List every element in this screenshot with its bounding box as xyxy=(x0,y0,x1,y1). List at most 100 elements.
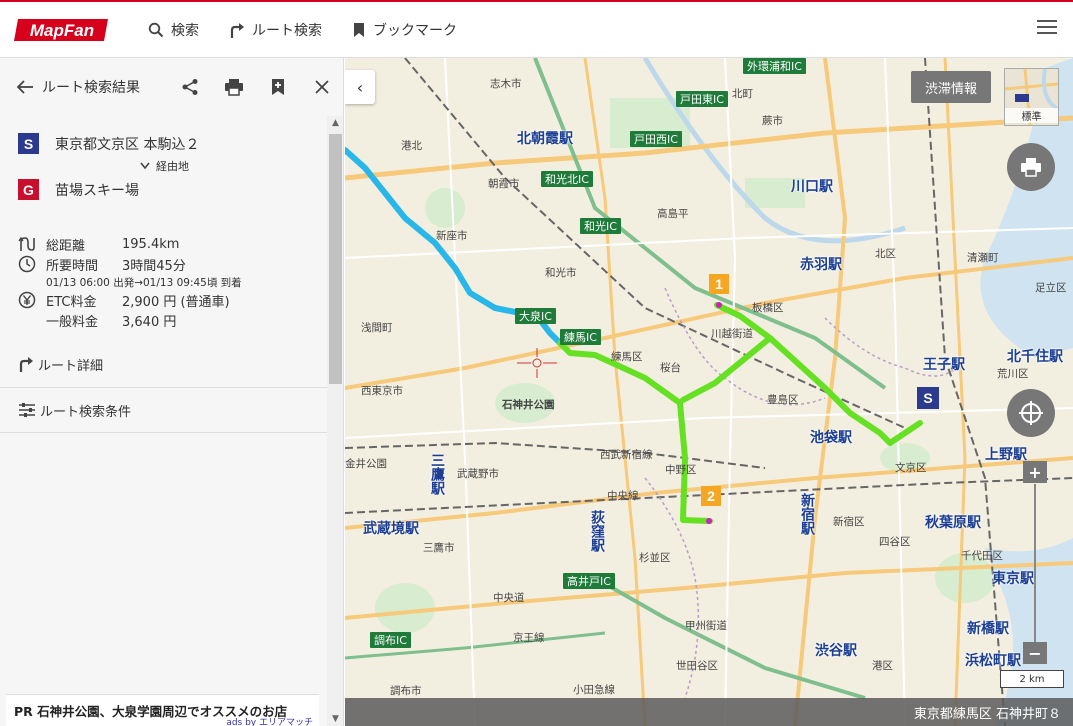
route-detail-label: ルート詳細 xyxy=(38,358,104,374)
area-label: 足立区 xyxy=(1035,282,1067,294)
via-marker-2[interactable]: 2 xyxy=(701,486,721,506)
pr-sub-text: ads by エリアマッチ xyxy=(226,718,313,726)
station-label: 川口駅 xyxy=(791,179,833,195)
goal-label: 苗場スキー場 xyxy=(55,182,139,199)
traffic-info-button[interactable]: 渋滞情報 xyxy=(911,71,991,103)
via-toggle[interactable]: 経由地 xyxy=(140,158,189,174)
area-label: 練馬区 xyxy=(611,351,643,363)
area-label: 文京区 xyxy=(895,462,927,474)
zoom-in-button[interactable]: + xyxy=(1023,461,1047,483)
time-row: 所要時間 3時間45分 xyxy=(18,254,242,274)
minus-icon: − xyxy=(1028,643,1042,663)
time-value: 3時間45分 xyxy=(122,258,186,274)
area-label: 新宿区 xyxy=(833,516,865,528)
area-label: 金井公園 xyxy=(345,458,387,470)
panel-scrollbar[interactable]: ▲ ▼ xyxy=(327,116,343,726)
via-label: 経由地 xyxy=(156,160,189,173)
area-label: 板橋区 xyxy=(752,302,784,314)
zoom-out-button[interactable]: − xyxy=(1023,642,1047,664)
station-label: 上野駅 xyxy=(985,447,1027,463)
station-label: 新宿駅 xyxy=(799,493,815,535)
close-icon[interactable] xyxy=(311,76,333,98)
area-label: 蕨市 xyxy=(762,115,783,127)
scroll-down-icon[interactable]: ▼ xyxy=(327,712,343,726)
current-address: 東京都練馬区 石神井町８ xyxy=(913,706,1061,722)
goal-point[interactable]: G 苗場スキー場 xyxy=(18,179,139,200)
area-label: 調布市 xyxy=(390,685,422,697)
scrollbar-thumb[interactable] xyxy=(329,134,342,384)
bookmark-add-icon[interactable] xyxy=(267,76,289,98)
schedule-value: 01/13 06:00 出発→01/13 09:45頃 到着 xyxy=(46,276,242,289)
zoom-slider-track[interactable] xyxy=(1034,484,1036,644)
map-label: 練馬IC xyxy=(560,329,601,345)
route-conditions-link[interactable]: ルート検索条件 xyxy=(0,388,327,432)
map-layer-label: 標準 xyxy=(1005,108,1058,123)
crosshair-icon xyxy=(1019,401,1043,425)
mapfan-logo[interactable]: MapFan xyxy=(14,17,110,43)
area-label: 港北 xyxy=(401,140,422,152)
pr-ad-box[interactable]: PR 石神井公園、大泉学園周辺でオススメのお店 ads by エリアマッチ xyxy=(6,694,319,726)
nav-bookmark[interactable]: ブックマーク xyxy=(352,20,457,40)
area-label: 朝霞市 xyxy=(488,178,520,190)
start-badge: S xyxy=(18,133,39,154)
station-label: 北千住駅 xyxy=(1007,349,1063,365)
station-label: 王子駅 xyxy=(923,357,965,373)
print-map-button[interactable] xyxy=(1007,143,1055,191)
rail-label: 小田急線 xyxy=(573,684,615,696)
panel-header: ルート検索結果 xyxy=(0,58,343,116)
start-marker[interactable]: S xyxy=(917,387,939,409)
map-label: 和光北IC xyxy=(541,171,593,187)
back-arrow-icon[interactable] xyxy=(16,79,34,95)
route-detail-link[interactable]: ルート詳細 xyxy=(0,342,327,386)
current-location-button[interactable] xyxy=(1007,389,1055,437)
route-result-panel: ルート検索結果 S 東京都文京区 本駒込２ 経由地 G 苗場スキー場 総距離 1… xyxy=(0,58,344,726)
nav-search[interactable]: 検索 xyxy=(148,20,199,40)
map-view[interactable]: 外環浦和IC 戸田東IC 戸田西IC 和光北IC 和光IC 大泉IC 練馬IC … xyxy=(345,58,1073,726)
map-label: 高井戸IC xyxy=(563,573,615,589)
station-label: 武蔵境駅 xyxy=(363,521,419,537)
area-label: 三鷹市 xyxy=(423,542,455,554)
road-label: 甲州街道 xyxy=(685,620,727,632)
divider xyxy=(0,432,327,433)
nav-route-search[interactable]: ルート検索 xyxy=(229,20,322,40)
area-label: 浅間町 xyxy=(361,322,393,334)
area-label: 志木市 xyxy=(490,78,522,90)
route-icon xyxy=(19,357,33,372)
map-label: 戸田東IC xyxy=(676,91,728,107)
park-label: 石神井公園 xyxy=(502,399,555,411)
chevron-left-icon: ‹ xyxy=(356,77,364,97)
map-layer-button[interactable]: 標準 xyxy=(1004,68,1060,126)
nav-bookmark-label: ブックマーク xyxy=(373,22,457,39)
nav-route-label: ルート検索 xyxy=(252,22,322,39)
via-marker-1[interactable]: 1 xyxy=(709,274,729,294)
start-label: 東京都文京区 本駒込２ xyxy=(55,136,200,153)
area-label: 武蔵野市 xyxy=(457,468,499,480)
area-label: 中野区 xyxy=(665,464,697,476)
route-conditions-label: ルート検索条件 xyxy=(40,404,132,420)
hamburger-menu-icon[interactable] xyxy=(1037,20,1057,38)
area-label: 千代田区 xyxy=(961,550,1003,562)
area-label: 和光市 xyxy=(545,267,577,279)
start-point[interactable]: S 東京都文京区 本駒込２ xyxy=(18,133,199,154)
logo-text: MapFan xyxy=(30,21,94,40)
road-label: 川越街道 xyxy=(711,328,753,340)
print-icon[interactable] xyxy=(223,76,245,98)
clock-icon xyxy=(18,255,36,273)
collapse-panel-button[interactable]: ‹ xyxy=(345,70,375,104)
station-label: 北朝霞駅 xyxy=(517,131,573,147)
general-fee-value: 3,640 円 xyxy=(122,314,177,330)
distance-row: 総距離 195.4km xyxy=(18,234,242,254)
etc-row: ETC料金 2,900 円 (普通車) xyxy=(18,290,242,310)
share-icon[interactable] xyxy=(179,76,201,98)
road-label: 中央道 xyxy=(493,592,525,604)
area-label: 北町 xyxy=(732,88,753,100)
plus-icon: + xyxy=(1028,462,1042,482)
map-scale: 2 km xyxy=(1000,670,1064,688)
general-fee-label: 一般料金 xyxy=(46,314,99,330)
station-label: 秋葉原駅 xyxy=(925,515,981,531)
map-label: 外環浦和IC xyxy=(743,58,806,74)
distance-icon xyxy=(18,236,35,251)
scroll-up-icon[interactable]: ▲ xyxy=(327,116,343,130)
etc-label: ETC料金 xyxy=(46,294,97,310)
area-label: 新座市 xyxy=(436,230,468,242)
